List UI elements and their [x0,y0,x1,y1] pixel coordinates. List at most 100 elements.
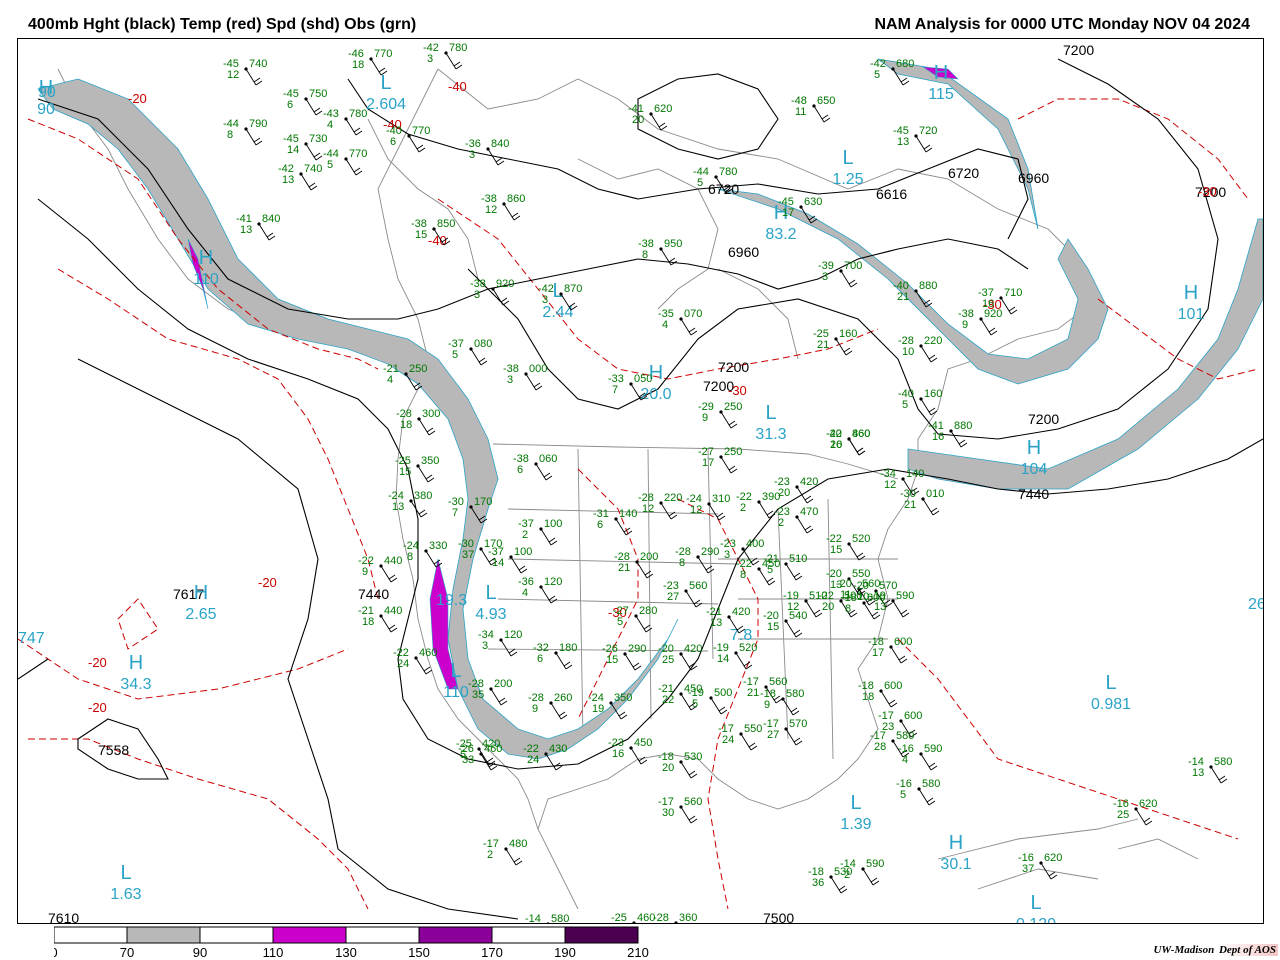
wind-barb [300,173,318,191]
wind-barb [636,561,654,579]
obs-dewpoint: 20 [778,487,790,499]
obs-height: 950 [664,238,682,250]
pressure-center-high: H [199,247,213,269]
wind-barb [660,248,678,266]
obs-height: 620 [654,103,672,115]
obs-height: 480 [509,838,527,850]
wind-barb [785,620,803,638]
obs-height: 740 [304,163,322,175]
obs-dewpoint: 13 [897,136,909,148]
wind-barb [720,456,738,474]
wind-barb [720,411,738,429]
obs-height: 160 [839,328,857,340]
obs-height: 360 [679,912,697,924]
obs-height: 250 [409,363,427,375]
wind-barb [950,430,968,448]
station-obs: -17 57027 [763,718,807,746]
station-dot [674,921,678,923]
height-label: 7440 [358,586,389,602]
wind-barb [735,652,753,670]
legend-tick-label: 170 [481,945,503,960]
obs-dewpoint: 6 [537,653,543,665]
legend-swatch [491,926,566,944]
obs-height: 590 [896,590,914,602]
center-value: 26 [1248,596,1264,613]
obs-height: 220 [664,492,682,504]
obs-height: 100 [514,546,532,558]
obs-height: 330 [429,540,447,552]
obs-height: 780 [449,42,467,54]
station-obs: -21 44018 [358,605,402,633]
station-obs: -21 5105 [763,553,807,581]
obs-height: 770 [412,125,430,137]
obs-dewpoint: 13 [710,617,722,629]
wind-barb [540,528,558,546]
station-obs: -17 55024 [718,723,762,751]
station-obs: -44 7705 [323,148,367,176]
obs-dewpoint: 9 [362,566,368,578]
obs-height: 770 [349,148,367,160]
height-label: 7610 [48,910,79,924]
obs-dewpoint: 3 [724,549,730,561]
jet-streak-east [907,218,1263,490]
station-obs: -42 86016 [826,428,870,456]
obs-height: 500 [714,687,732,699]
wind-barb [445,52,463,70]
obs-height: 420 [800,476,818,488]
obs-dewpoint: 6 [517,464,523,476]
obs-dewpoint: 5 [692,698,698,710]
legend-swatch [564,926,639,944]
obs-dewpoint: 25 [662,654,674,666]
wind-barb [835,338,853,356]
wind-barb [920,345,938,363]
pressure-center-high: H [194,582,208,604]
obs-height: 650 [817,95,835,107]
obs-height: 860 [507,193,525,205]
station-obs: -35 0704 [658,308,702,336]
obs-height: 700 [844,260,862,272]
obs-dewpoint: 13 [240,224,252,236]
wind-barb [892,600,910,618]
wind-barb [848,438,866,456]
obs-dewpoint: 27 [667,591,679,603]
wind-barb [490,688,508,706]
station-obs: -26 29015 [602,643,646,671]
obs-height: 750 [309,88,327,100]
center-value: 34.3 [120,676,151,693]
obs-dewpoint: 18 [400,419,412,431]
temp-label: -20 [88,655,107,670]
obs-height: 630 [804,196,822,208]
obs-dewpoint: 16 [982,298,994,310]
wind-barb [345,118,363,136]
station-obs: -28 22012 [638,492,682,520]
wind-barb [880,690,898,708]
obs-dewpoint: 37 [462,549,474,561]
obs-height: 580 [786,688,804,700]
pressure-center-low: L [485,582,496,604]
obs-height: 880 [954,420,972,432]
obs-dewpoint: 16 [612,748,624,760]
obs-dewpoint: 22 [662,694,674,706]
obs-dewpoint: 35 [472,689,484,701]
obs-height: 000 [529,363,547,375]
wind-barb [245,68,263,86]
obs-height: 520 [852,533,870,545]
obs-dewpoint: 10 [902,346,914,358]
obs-dewpoint: 4 [387,374,393,386]
legend-swatch [126,926,201,944]
wind-barb [813,105,831,123]
obs-dewpoint: 18 [362,616,374,628]
center-value: 0.120 [1016,916,1056,924]
obs-dewpoint: 18 [862,691,874,703]
height-label: 6720 [948,165,979,181]
obs-height: 580 [896,730,914,742]
obs-dewpoint: 20 [822,601,834,613]
obs-height: 430 [549,743,567,755]
obs-dewpoint: 15 [415,229,427,241]
station-obs: -43 7804 [323,108,367,136]
obs-height: 880 [919,280,937,292]
obs-dewpoint: 12 [642,503,654,515]
obs-dewpoint: 3 [542,294,548,306]
pressure-center-low: L [765,402,776,424]
station-obs: -19 52014 [713,642,757,670]
